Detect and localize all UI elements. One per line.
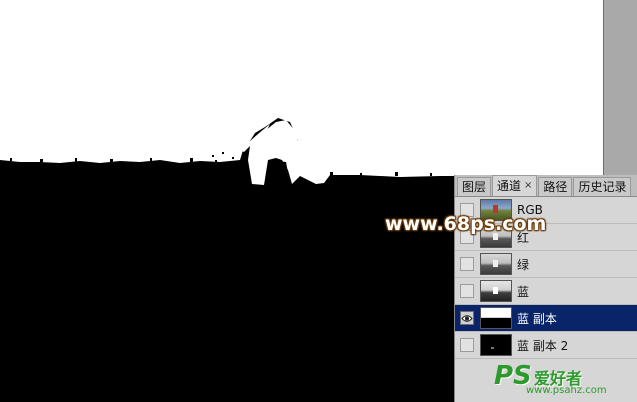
- channel-row-blue-copy-2[interactable]: 蓝 副本 2: [455, 332, 637, 359]
- panel-tabs: 图层 通道 × 路径 历史记录: [455, 175, 637, 197]
- tab-channels-label: 通道: [497, 179, 522, 193]
- channel-label: 蓝: [517, 284, 530, 299]
- channel-row-blue[interactable]: 蓝: [455, 278, 637, 305]
- tab-paths[interactable]: 路径: [538, 177, 573, 196]
- tab-history-label: 历史记录: [578, 180, 627, 194]
- channel-thumbnail: [480, 334, 512, 356]
- channel-thumbnail: [480, 307, 512, 329]
- tab-layers-label: 图层: [462, 180, 487, 194]
- watermark-68ps: www.68ps.com: [385, 213, 547, 235]
- visibility-toggle[interactable]: [460, 284, 474, 298]
- channel-row-blue-copy[interactable]: 蓝 副本: [455, 305, 637, 332]
- channel-label: 绿: [517, 257, 530, 272]
- visibility-toggle[interactable]: [460, 338, 474, 352]
- channel-label: 蓝 副本 2: [517, 338, 569, 353]
- watermark-url: www.psahz.com: [526, 385, 607, 396]
- tab-channels[interactable]: 通道 ×: [492, 175, 538, 196]
- channel-label: 蓝 副本: [517, 311, 557, 326]
- channel-thumbnail: [480, 280, 512, 302]
- watermark-psahz: PS 爱好者 www.psahz.com: [494, 361, 634, 397]
- canvas-border: [603, 0, 604, 175]
- channel-thumbnail: [480, 253, 512, 275]
- tab-history[interactable]: 历史记录: [573, 177, 632, 196]
- close-icon[interactable]: ×: [524, 177, 532, 195]
- visibility-toggle[interactable]: [460, 257, 474, 271]
- tab-layers[interactable]: 图层: [457, 177, 492, 196]
- canvas-backdrop: [603, 0, 637, 175]
- visibility-toggle[interactable]: [460, 311, 474, 325]
- eye-icon: [461, 314, 473, 322]
- channel-row-green[interactable]: 绿: [455, 251, 637, 278]
- tab-paths-label: 路径: [543, 180, 568, 194]
